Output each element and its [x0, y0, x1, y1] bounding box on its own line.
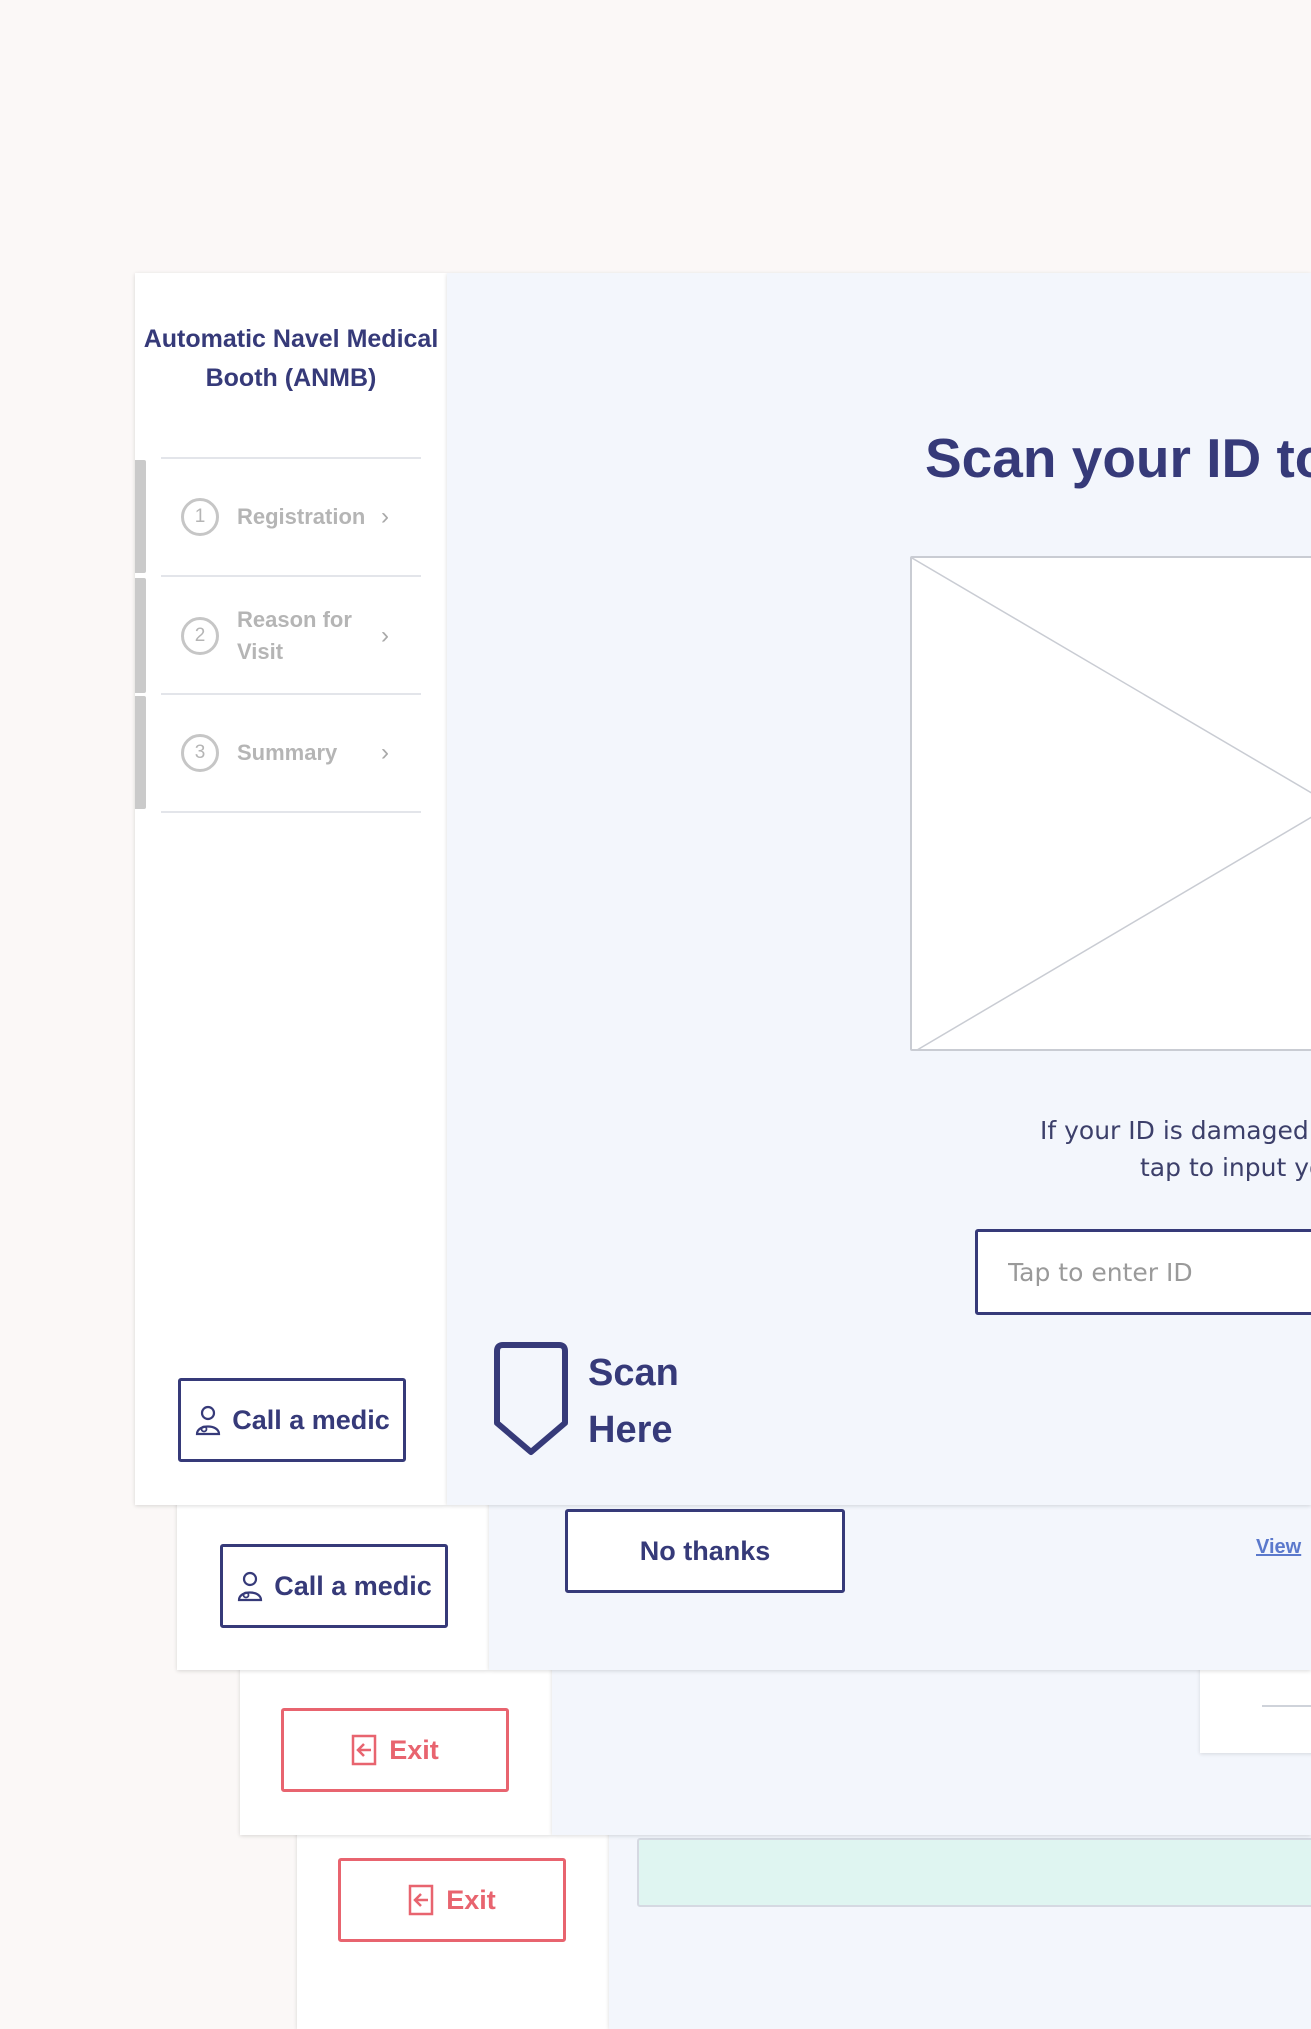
step-number: 1 [181, 497, 219, 536]
help-text-line: If your ID is damaged an [1040, 1116, 1311, 1145]
step-number: 3 [181, 733, 219, 772]
no-thanks-button[interactable]: No thanks [565, 1509, 845, 1593]
help-text: If your ID is damaged an tap to input yo… [970, 1112, 1311, 1186]
divider [161, 811, 421, 813]
exit-door-icon [351, 1734, 377, 1766]
exit-button-layer3[interactable]: Exit [281, 1708, 509, 1792]
medic-person-icon [196, 1405, 221, 1436]
chevron-right-icon: › [381, 502, 389, 530]
layer3-main [552, 1665, 1311, 1835]
step-label: Summary [237, 739, 338, 765]
image-placeholder-icon [912, 558, 1311, 1049]
call-medic-label: Call a medic [232, 1404, 390, 1435]
id-image-placeholder [910, 556, 1311, 1051]
step-number: 2 [181, 616, 219, 655]
step-indicator-3 [135, 696, 146, 809]
chevron-right-icon: › [381, 738, 389, 766]
exit-label: Exit [389, 1734, 439, 1765]
step-registration[interactable]: 1 Registration › [161, 460, 421, 573]
step-reason-for-visit[interactable]: 2 Reason for Visit › [161, 578, 421, 693]
view-link[interactable]: View [1256, 1536, 1301, 1559]
call-medic-button-layer2[interactable]: Call a medic [220, 1544, 448, 1628]
id-input[interactable] [975, 1229, 1311, 1315]
divider [161, 575, 421, 577]
no-thanks-label: No thanks [639, 1535, 771, 1566]
medic-person-icon [238, 1571, 263, 1602]
call-medic-button[interactable]: Call a medic [178, 1378, 406, 1462]
step-indicator-2 [135, 578, 146, 693]
step-indicator-1 [135, 460, 146, 573]
call-medic-label: Call a medic [274, 1570, 432, 1601]
exit-button-layer4[interactable]: Exit [338, 1858, 566, 1942]
scan-here-label: Scan Here [588, 1352, 679, 1451]
exit-door-icon [408, 1884, 434, 1916]
page-title: Scan your ID to [925, 427, 1311, 489]
teal-info-box [637, 1838, 1311, 1907]
scan-shield-icon [494, 1342, 568, 1455]
exit-label: Exit [446, 1884, 496, 1915]
help-text-line: tap to input you [1140, 1153, 1311, 1182]
step-label: Reason for Visit [237, 606, 352, 664]
app-brand: Automatic Navel Medical Booth (ANMB) [143, 325, 439, 392]
divider [161, 693, 421, 695]
chevron-right-icon: › [381, 621, 389, 649]
divider [161, 457, 421, 459]
step-label: Registration [237, 503, 366, 529]
step-summary[interactable]: 3 Summary › [161, 696, 421, 809]
sidebar: Automatic Navel Medical Booth (ANMB) 1 R… [135, 273, 447, 1505]
